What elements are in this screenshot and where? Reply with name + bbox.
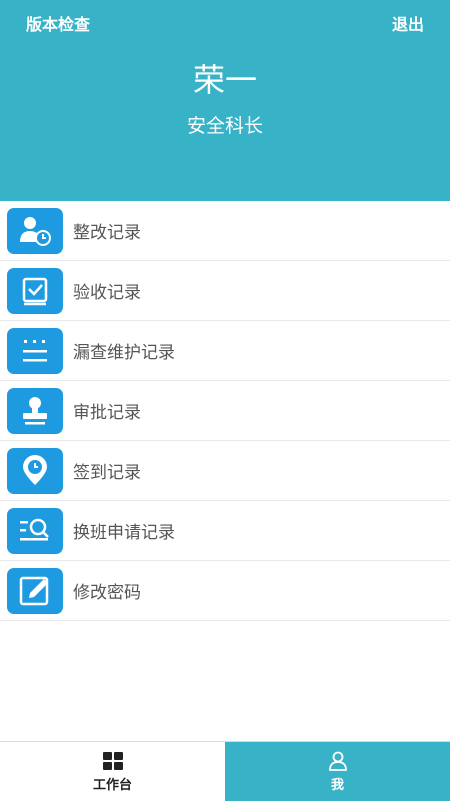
- search-list-icon: [7, 507, 63, 554]
- menu-item-shift-change-records[interactable]: 换班申请记录: [0, 501, 450, 561]
- menu-item-checkin-records[interactable]: 签到记录: [0, 441, 450, 501]
- grid-icon: [102, 751, 123, 770]
- menu-item-label: 换班申请记录: [73, 523, 175, 543]
- menu-item-label: 验收记录: [73, 283, 141, 303]
- list-icon: [7, 327, 63, 374]
- tab-label: 我: [330, 777, 344, 793]
- bottom-tab-bar: 工作台 我: [0, 741, 450, 801]
- menu-item-missed-check-records[interactable]: 漏查维护记录: [0, 321, 450, 381]
- tab-label: 工作台: [92, 777, 132, 793]
- edit-icon: [7, 567, 63, 614]
- record-menu: 整改记录 验收记录 漏查维护记录 审批记录 签到记录 换班申请记录 修改密码: [0, 201, 450, 621]
- menu-item-rectification-records[interactable]: 整改记录: [0, 201, 450, 261]
- menu-item-label: 整改记录: [73, 223, 141, 243]
- tab-workbench[interactable]: 工作台: [0, 742, 225, 801]
- location-clock-icon: [7, 447, 63, 494]
- menu-item-label: 审批记录: [73, 403, 141, 423]
- tab-me[interactable]: 我: [225, 742, 450, 801]
- checkbox-icon: [7, 267, 63, 314]
- logout-button[interactable]: 退出: [392, 11, 424, 35]
- menu-item-label: 签到记录: [73, 463, 141, 483]
- version-check-button[interactable]: 版本检查: [26, 11, 90, 35]
- user-clock-icon: [7, 207, 63, 254]
- user-role: 安全科长: [186, 115, 263, 137]
- menu-item-label: 修改密码: [73, 583, 141, 603]
- menu-item-label: 漏查维护记录: [73, 343, 175, 363]
- user-icon: [328, 751, 347, 771]
- menu-item-acceptance-records[interactable]: 验收记录: [0, 261, 450, 321]
- menu-item-change-password[interactable]: 修改密码: [0, 561, 450, 621]
- profile-header: 版本检查 退出 荣一 安全科长: [0, 0, 450, 201]
- stamp-icon: [7, 387, 63, 434]
- menu-item-approval-records[interactable]: 审批记录: [0, 381, 450, 441]
- user-name: 荣一: [192, 61, 257, 99]
